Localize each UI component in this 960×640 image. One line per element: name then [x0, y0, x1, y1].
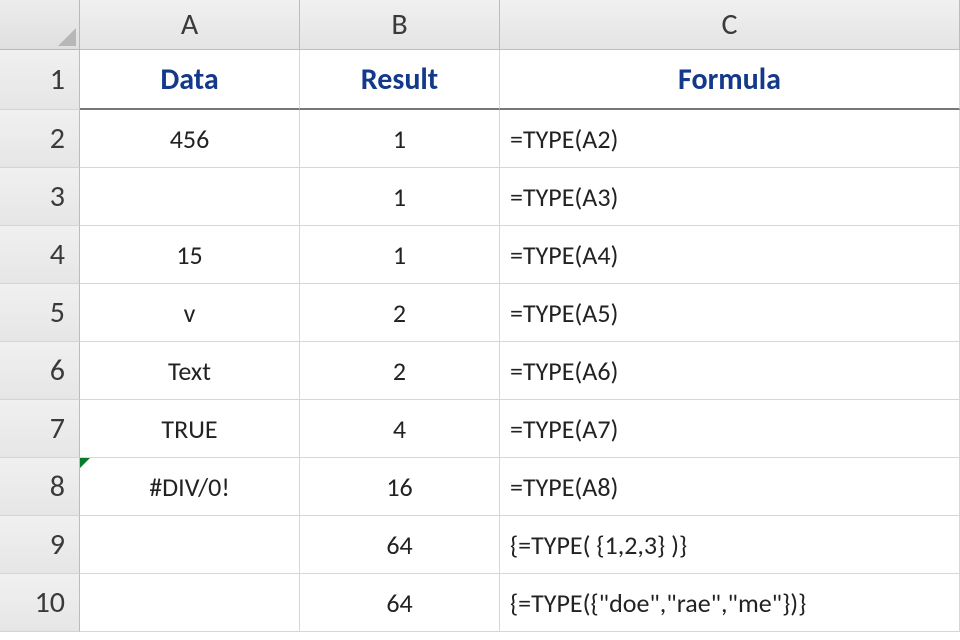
- cell-a5[interactable]: v: [80, 284, 300, 342]
- table-row: 456 1 =TYPE(A2): [80, 110, 960, 168]
- cell-c7[interactable]: =TYPE(A7): [500, 400, 960, 458]
- cell-b1[interactable]: Result: [300, 50, 500, 110]
- cell-b3[interactable]: 1: [300, 168, 500, 226]
- cell-c3[interactable]: =TYPE(A3): [500, 168, 960, 226]
- cell-a3[interactable]: [80, 168, 300, 226]
- cell-a9[interactable]: [80, 516, 300, 574]
- cell-b6[interactable]: 2: [300, 342, 500, 400]
- cell-a7[interactable]: TRUE: [80, 400, 300, 458]
- table-row: Text 2 =TYPE(A6): [80, 342, 960, 400]
- cell-a8-value: #DIV/0!: [149, 471, 230, 503]
- cell-b10[interactable]: 64: [300, 574, 500, 632]
- cell-a4[interactable]: 15: [80, 226, 300, 284]
- cell-b4[interactable]: 1: [300, 226, 500, 284]
- row-header-5[interactable]: 5: [0, 284, 80, 342]
- cell-b8[interactable]: 16: [300, 458, 500, 516]
- cell-c2[interactable]: =TYPE(A2): [500, 110, 960, 168]
- table-row: TRUE 4 =TYPE(A7): [80, 400, 960, 458]
- column-header-b[interactable]: B: [300, 0, 500, 50]
- table-row: 15 1 =TYPE(A4): [80, 226, 960, 284]
- row-header-8[interactable]: 8: [0, 458, 80, 516]
- row-header-7[interactable]: 7: [0, 400, 80, 458]
- row-header-9[interactable]: 9: [0, 516, 80, 574]
- column-header-a[interactable]: A: [80, 0, 300, 50]
- row-header-4[interactable]: 4: [0, 226, 80, 284]
- cell-b5[interactable]: 2: [300, 284, 500, 342]
- cell-c10[interactable]: {=TYPE({"doe","rae","me"})}: [500, 574, 960, 632]
- spreadsheet: A B C 1 2 3 4 5 6 7 8 9 10 Data Result F…: [0, 0, 960, 640]
- cell-a1[interactable]: Data: [80, 50, 300, 110]
- table-row: v 2 =TYPE(A5): [80, 284, 960, 342]
- cell-grid: Data Result Formula 456 1 =TYPE(A2) 1 =T…: [80, 50, 960, 632]
- column-header-c[interactable]: C: [500, 0, 960, 50]
- cell-c8[interactable]: =TYPE(A8): [500, 458, 960, 516]
- cell-a2[interactable]: 456: [80, 110, 300, 168]
- table-row: #DIV/0! 16 =TYPE(A8): [80, 458, 960, 516]
- row-header-10[interactable]: 10: [0, 574, 80, 632]
- row-header-1[interactable]: 1: [0, 50, 80, 110]
- cell-b2[interactable]: 1: [300, 110, 500, 168]
- row-headers: 1 2 3 4 5 6 7 8 9 10: [0, 50, 80, 632]
- cell-a6[interactable]: Text: [80, 342, 300, 400]
- cell-c4[interactable]: =TYPE(A4): [500, 226, 960, 284]
- cell-c5[interactable]: =TYPE(A5): [500, 284, 960, 342]
- cell-b9[interactable]: 64: [300, 516, 500, 574]
- cell-c6[interactable]: =TYPE(A6): [500, 342, 960, 400]
- column-headers: A B C: [80, 0, 960, 50]
- table-row: 64 {=TYPE({"doe","rae","me"})}: [80, 574, 960, 632]
- cell-a10[interactable]: [80, 574, 300, 632]
- cell-c1[interactable]: Formula: [500, 50, 960, 110]
- cell-b7[interactable]: 4: [300, 400, 500, 458]
- error-indicator-icon: [80, 458, 90, 468]
- row-header-6[interactable]: 6: [0, 342, 80, 400]
- table-row: 1 =TYPE(A3): [80, 168, 960, 226]
- table-row: 64 {=TYPE( {1,2,3} )}: [80, 516, 960, 574]
- select-all-corner[interactable]: [0, 0, 80, 50]
- select-all-triangle-icon: [58, 28, 76, 46]
- table-row: Data Result Formula: [80, 50, 960, 110]
- row-header-3[interactable]: 3: [0, 168, 80, 226]
- cell-c9[interactable]: {=TYPE( {1,2,3} )}: [500, 516, 960, 574]
- cell-a8[interactable]: #DIV/0!: [80, 458, 300, 516]
- row-header-2[interactable]: 2: [0, 110, 80, 168]
